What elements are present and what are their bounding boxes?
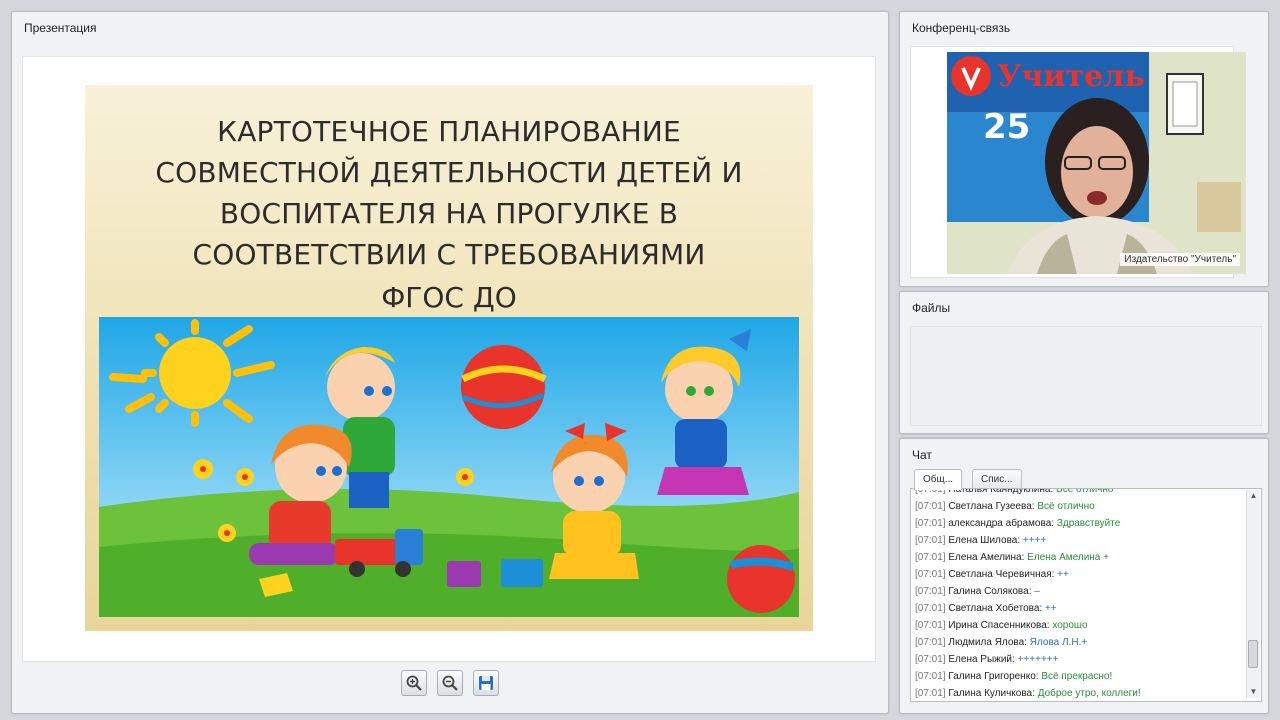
message-time: [07:01]: [915, 637, 946, 648]
ball-icon: [461, 345, 547, 429]
presentation-title: Презентация: [24, 21, 97, 35]
chat-messages: [07:01] Наталья Канндуклина: Всё отлично…: [915, 488, 1243, 701]
message-text: хорошо: [1052, 620, 1088, 631]
slide-viewport[interactable]: КАРТОТЕЧНОЕ ПЛАНИРОВАНИЕ СОВМЕСТНОЙ ДЕЯТ…: [22, 56, 876, 662]
scroll-down-icon[interactable]: ▼: [1247, 686, 1260, 698]
chat-message: [07:01] Галина Куличкова: Доброе утро, к…: [915, 685, 1243, 701]
message-author: Елена Шилова:: [948, 535, 1021, 546]
svg-text:Учитель: Учитель: [997, 59, 1145, 94]
chat-message: [07:01] Ирина Спасенникова: хорошо: [915, 617, 1243, 634]
zoom-in-button[interactable]: [400, 670, 427, 696]
message-text: Доброе утро, коллеги!: [1037, 688, 1141, 699]
message-time: [07:01]: [915, 569, 946, 580]
tab-participants[interactable]: Спис...: [972, 469, 1022, 490]
message-text: Всё прекрасно!: [1041, 671, 1113, 682]
message-time: [07:01]: [915, 518, 946, 529]
message-text: Елена Амелина +: [1027, 552, 1109, 563]
slide: КАРТОТЕЧНОЕ ПЛАНИРОВАНИЕ СОВМЕСТНОЙ ДЕЯТ…: [85, 85, 813, 631]
message-author: Светлана Гузеева:: [948, 501, 1035, 512]
message-time: [07:01]: [915, 620, 946, 631]
message-text: Здравствуйте: [1056, 518, 1121, 529]
svg-text:25: 25: [983, 107, 1030, 147]
files-list[interactable]: [910, 326, 1262, 426]
message-author: Наталья Канндуклина:: [948, 488, 1054, 495]
message-time: [07:01]: [915, 688, 946, 699]
children-playing-illustration: [99, 317, 799, 617]
chat-message: [07:01] Людмила Ялова: Ялова Л.Н.+: [915, 634, 1243, 651]
message-author: Светлана Черевичная:: [948, 569, 1055, 580]
conference-panel: Конференц-связь Учитель 25 Издательство …: [899, 11, 1269, 287]
presentation-toolbar: [12, 670, 888, 696]
save-icon: [479, 676, 494, 690]
chat-message: [07:01] александра абрамова: Здравствуйт…: [915, 515, 1243, 532]
message-time: [07:01]: [915, 654, 946, 665]
chat-message: [07:01] Светлана Черевичная: ++: [915, 566, 1243, 583]
chat-message: [07:01] Светлана Гузеева: Всё отлично: [915, 498, 1243, 515]
message-time: [07:01]: [915, 501, 946, 512]
message-time: [07:01]: [915, 586, 946, 597]
message-author: Елена Рыжий:: [948, 654, 1015, 665]
video-caption: Издательство "Учитель": [1120, 253, 1240, 266]
message-text: +++++++: [1017, 654, 1059, 665]
conference-title: Конференц-связь: [912, 21, 1011, 35]
presentation-panel: Презентация КАРТОТЕЧНОЕ ПЛАНИРОВАНИЕ СОВ…: [11, 11, 889, 714]
message-time: [07:01]: [915, 603, 946, 614]
message-author: Галина Григоренко:: [948, 671, 1039, 682]
slide-subtitle: ФГОС ДО: [381, 281, 517, 314]
files-panel: Файлы: [899, 291, 1269, 434]
message-author: Галина Куличкова:: [948, 688, 1035, 699]
message-text: Всё отлично: [1037, 501, 1095, 512]
chat-message: [07:01] Елена Рыжий: +++++++: [915, 651, 1243, 668]
slide-title: КАРТОТЕЧНОЕ ПЛАНИРОВАНИЕ СОВМЕСТНОЙ ДЕЯТ…: [155, 115, 743, 271]
chat-message: [07:01] Елена Шилова: ++++: [915, 532, 1243, 549]
zoom-in-icon: [406, 675, 422, 691]
message-text: ++++: [1022, 535, 1047, 546]
message-text: Ялова Л.Н.+: [1029, 637, 1088, 648]
chat-panel: Чат Общ... Спис... [07:01] Наталья Каннд…: [899, 438, 1269, 714]
video-stream: Учитель 25 Издательство "Учитель": [947, 52, 1246, 274]
chat-title: Чат: [912, 448, 932, 462]
message-time: [07:01]: [915, 535, 946, 546]
message-text: ++: [1044, 603, 1057, 614]
chat-message: [07:01] Светлана Хобетова: ++: [915, 600, 1243, 617]
message-text: –: [1034, 586, 1040, 597]
message-author: александра абрамова:: [948, 518, 1055, 529]
message-text: ++: [1057, 569, 1069, 580]
message-author: Галина Солякова:: [948, 586, 1032, 597]
message-author: Людмила Ялова:: [948, 637, 1027, 648]
message-author: Елена Амелина:: [948, 552, 1025, 563]
message-text: Всё отлично: [1056, 488, 1114, 495]
scroll-up-icon[interactable]: ▲: [1247, 490, 1260, 502]
scrollbar-thumb[interactable]: [1248, 640, 1258, 668]
message-author: Ирина Спасенникова:: [948, 620, 1050, 631]
chat-message: [07:01] Галина Солякова: –: [915, 583, 1243, 600]
chat-log[interactable]: [07:01] Наталья Канндуклина: Всё отлично…: [910, 488, 1262, 702]
presenter-video: Учитель 25: [947, 52, 1246, 274]
zoom-out-icon: [442, 675, 458, 691]
message-author: Светлана Хобетова:: [948, 603, 1043, 614]
chat-message: [07:01] Галина Григоренко: Всё прекрасно…: [915, 668, 1243, 685]
zoom-out-button[interactable]: [437, 670, 463, 696]
video-frame[interactable]: Учитель 25 Издательство "Учитель": [910, 46, 1246, 278]
save-button[interactable]: [473, 670, 500, 696]
message-time: [07:01]: [915, 552, 946, 563]
chat-message: [07:01] Елена Амелина: Елена Амелина +: [915, 549, 1243, 566]
message-time: [07:01]: [915, 671, 946, 682]
tab-general[interactable]: Общ...: [914, 469, 963, 490]
chat-scrollbar[interactable]: ▲ ▼: [1246, 490, 1260, 698]
chat-message: [07:01] Наталья Канндуклина: Всё отлично: [915, 488, 1243, 498]
files-title: Файлы: [912, 301, 951, 315]
